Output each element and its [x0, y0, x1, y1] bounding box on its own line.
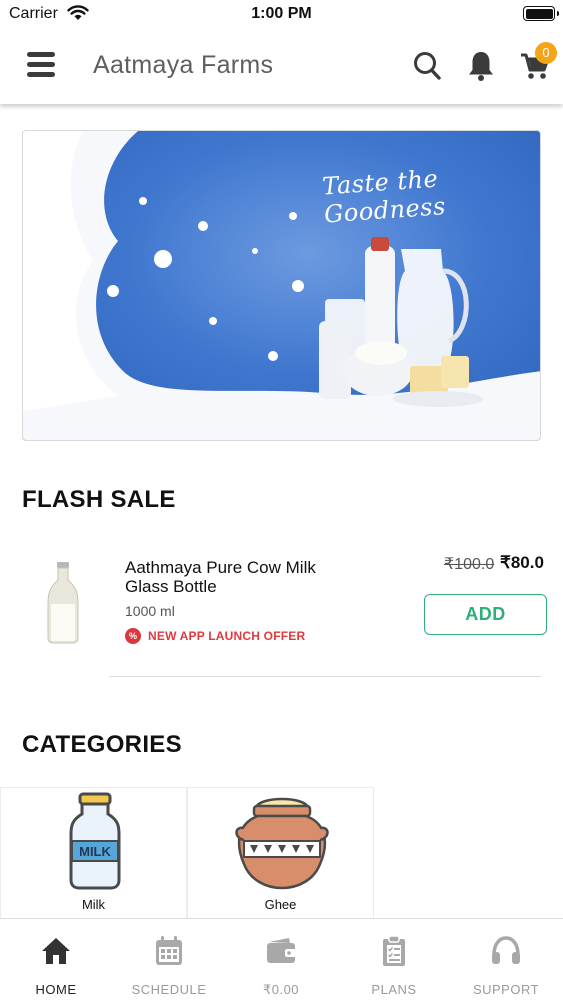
tab-plans[interactable]: PLANS	[338, 919, 450, 1000]
tab-label-plans: PLANS	[371, 982, 417, 997]
promo-banner[interactable]: Taste the Goodness	[22, 130, 541, 441]
cart-count-badge: 0	[535, 42, 557, 64]
category-milk[interactable]: MILK Milk	[0, 787, 187, 920]
add-to-cart-button[interactable]: ADD	[424, 594, 547, 635]
flash-sale-title: FLASH SALE	[22, 486, 176, 513]
sale-price: ₹80.0	[500, 553, 544, 572]
calendar-icon	[156, 936, 182, 965]
menu-button[interactable]	[27, 52, 55, 80]
product-quantity: 1000 ml	[125, 603, 175, 619]
app-header: Aatmaya Farms	[0, 30, 563, 104]
clipboard-icon	[383, 935, 405, 966]
category-label-milk: Milk	[81, 897, 106, 912]
categories-title: CATEGORIES	[22, 731, 182, 758]
discount-icon: %	[125, 628, 141, 644]
menu-icon	[27, 52, 55, 57]
headset-icon	[492, 936, 520, 964]
status-bar: Carrier 1:00 PM	[0, 0, 563, 30]
battery-icon	[523, 6, 559, 21]
home-icon	[42, 938, 70, 964]
milk-glass-bottle-image[interactable]	[44, 560, 82, 644]
tab-wallet[interactable]: ₹0.00	[225, 919, 337, 1000]
wallet-icon	[267, 938, 296, 963]
bell-icon[interactable]	[466, 50, 496, 82]
tab-schedule[interactable]: SCHEDULE	[113, 919, 225, 1000]
tab-support[interactable]: SUPPORT	[450, 919, 562, 1000]
tab-label-wallet: ₹0.00	[262, 982, 300, 997]
tab-home[interactable]: HOME	[0, 919, 112, 1000]
milk-bottle-text: MILK	[79, 844, 111, 859]
tab-label-home: HOME	[35, 982, 77, 997]
tab-label-schedule: SCHEDULE	[131, 982, 207, 997]
product-name[interactable]: Aathmaya Pure Cow Milk Glass Bottle	[125, 558, 355, 596]
offer-tag: % NEW APP LAUNCH OFFER	[125, 628, 305, 644]
app-title: Aatmaya Farms	[93, 51, 274, 79]
original-price: ₹100.0	[444, 556, 495, 573]
status-time: 1:00 PM	[251, 5, 312, 22]
divider	[109, 676, 541, 677]
tab-label-support: SUPPORT	[472, 982, 540, 997]
category-ghee[interactable]: Ghee	[187, 787, 374, 920]
search-icon[interactable]	[412, 50, 442, 82]
offer-text: NEW APP LAUNCH OFFER	[148, 629, 306, 643]
category-label-ghee: Ghee	[264, 897, 297, 912]
bottom-tab-bar: HOME SCHEDULE ₹0.00 PLANS SUPPORT	[0, 918, 563, 1000]
